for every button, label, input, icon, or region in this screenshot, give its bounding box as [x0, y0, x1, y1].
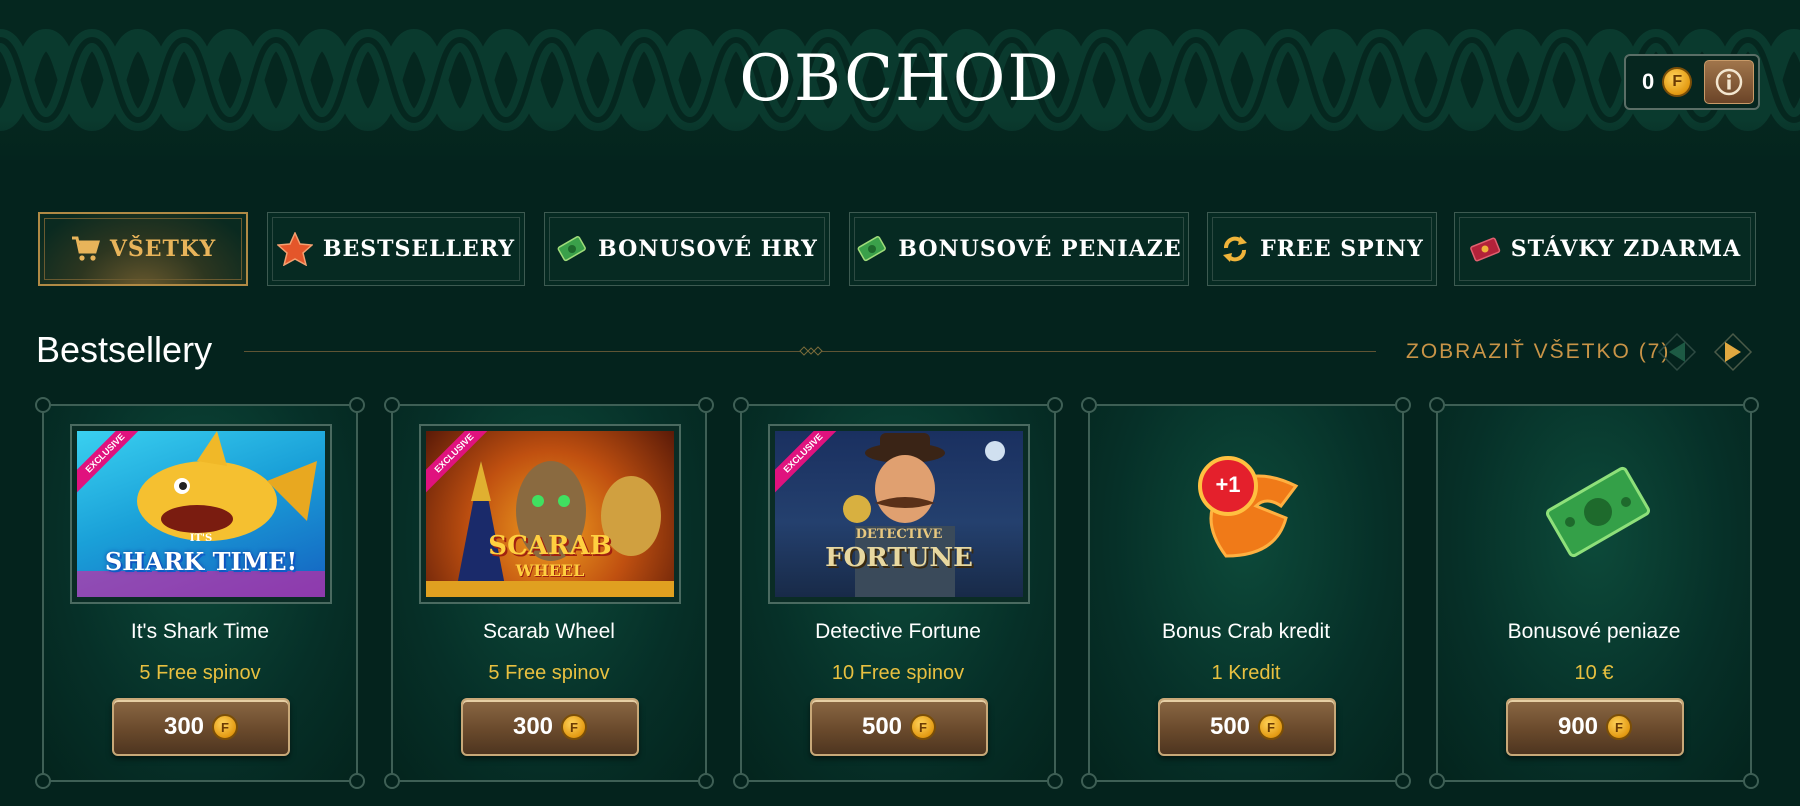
tab-label: BESTSELLERY: [322, 236, 516, 262]
tab-all[interactable]: VŠETKY: [38, 212, 248, 286]
coin-icon: F: [212, 714, 239, 740]
cart-icon: [70, 235, 100, 263]
coin-icon: F: [910, 714, 937, 740]
banknote-icon: [1538, 456, 1658, 566]
buy-button[interactable]: 300 F: [112, 698, 290, 756]
price-value: 300: [512, 713, 554, 740]
game-logo-small: IT'S: [189, 533, 213, 544]
price-value: 500: [861, 713, 903, 740]
balance-value: 0: [1642, 69, 1655, 94]
card-corner-ornament: [1395, 397, 1411, 413]
coin-icon: F: [1662, 67, 1693, 97]
product-card-bonus-crab-credit[interactable]: +1 Bonus Crab kredit 1 Kredit 500 F: [1081, 397, 1411, 789]
card-corner-ornament: [1743, 773, 1759, 789]
carousel-next-button[interactable]: [1710, 330, 1756, 374]
coin-balance: 0 F: [1624, 54, 1760, 110]
card-corner-ornament: [349, 773, 365, 789]
buy-button[interactable]: 500 F: [1158, 698, 1336, 756]
tab-label: BONUSOVÉ HRY: [598, 236, 818, 262]
card-corner-ornament: [733, 397, 749, 413]
product-thumbnail: SCARAB WHEEL EXCLUSIVE: [419, 424, 681, 604]
divider-ornament: [799, 346, 823, 356]
tab-bonus-money[interactable]: BONUSOVÉ PENIAZE: [849, 212, 1189, 286]
spin-arrows-icon: [1220, 234, 1250, 264]
tab-free-spins[interactable]: FREE SPINY: [1207, 212, 1437, 286]
game-logo: FORTUNE: [825, 543, 973, 573]
product-name: Bonus Crab kredit: [1161, 620, 1331, 643]
card-corner-ornament: [349, 397, 365, 413]
product-card-shark-time[interactable]: IT'S SHARK TIME! EXCLUSIVE It's Shark Ti…: [35, 397, 365, 789]
coin-icon: F: [561, 714, 588, 740]
game-logo: SHARK TIME!: [104, 547, 298, 576]
card-corner-ornament: [1081, 397, 1097, 413]
card-corner-ornament: [384, 773, 400, 789]
card-corner-ornament: [384, 397, 400, 413]
info-button[interactable]: [1704, 60, 1754, 104]
buy-button[interactable]: 300 F: [461, 698, 639, 756]
card-corner-ornament: [35, 397, 51, 413]
card-corner-ornament: [698, 773, 714, 789]
ticket-icon: [1469, 234, 1501, 264]
tab-free-bets[interactable]: STÁVKY ZDARMA: [1454, 212, 1756, 286]
tab-bonus-games[interactable]: BONUSOVÉ HRY: [544, 212, 830, 286]
card-corner-ornament: [35, 773, 51, 789]
card-corner-ornament: [1429, 773, 1445, 789]
product-card-detective-fortune[interactable]: DETECTIVE FORTUNE EXCLUSIVE Detective Fo…: [733, 397, 1063, 789]
crab-claw-icon: +1: [1186, 446, 1316, 576]
card-corner-ornament: [1395, 773, 1411, 789]
product-name: Bonusové peniaze: [1507, 620, 1681, 643]
product-subtitle: 5 Free spinov: [488, 662, 610, 684]
product-card-scarab-wheel[interactable]: SCARAB WHEEL EXCLUSIVE Scarab Wheel 5 Fr…: [384, 397, 714, 789]
game-logo-small: DETECTIVE: [855, 527, 943, 542]
price-value: 300: [163, 713, 205, 740]
product-subtitle: 10 Free spinov: [831, 662, 965, 684]
tab-bestsellers[interactable]: BESTSELLERY: [267, 212, 525, 286]
game-logo: SCARAB: [488, 531, 612, 561]
money-icon: [856, 234, 888, 264]
tab-label: BONUSOVÉ PENIAZE: [898, 236, 1182, 262]
product-name: Detective Fortune: [815, 620, 981, 643]
card-corner-ornament: [1743, 397, 1759, 413]
view-all-link[interactable]: ZOBRAZIŤ VŠETKO (7): [1406, 340, 1670, 364]
game-logo-small: WHEEL: [515, 561, 585, 580]
buy-button[interactable]: 500 F: [810, 698, 988, 756]
card-corner-ornament: [698, 397, 714, 413]
arrow-right-icon: [1713, 332, 1753, 372]
carousel-prev-button[interactable]: [1654, 330, 1700, 374]
card-corner-ornament: [1047, 773, 1063, 789]
section-title: Bestsellery: [36, 329, 213, 370]
product-subtitle: 1 Kredit: [1211, 662, 1281, 684]
card-corner-ornament: [733, 773, 749, 789]
card-corner-ornament: [1429, 397, 1445, 413]
card-corner-ornament: [1081, 773, 1097, 789]
money-icon: [556, 234, 588, 264]
tab-label: VŠETKY: [109, 236, 217, 262]
product-thumbnail: DETECTIVE FORTUNE EXCLUSIVE: [768, 424, 1030, 604]
coin-icon: F: [1606, 714, 1633, 740]
coin-icon: F: [1258, 714, 1285, 740]
product-subtitle: 5 Free spinov: [139, 662, 261, 684]
price-value: 900: [1557, 713, 1599, 740]
product-card-bonus-money[interactable]: Bonusové peniaze 10 € 900 F: [1429, 397, 1759, 789]
product-thumbnail: IT'S SHARK TIME! EXCLUSIVE: [70, 424, 332, 604]
page-title: OBCHOD: [739, 42, 1061, 116]
tab-label: STÁVKY ZDARMA: [1510, 236, 1742, 262]
product-subtitle: 10 €: [1574, 662, 1614, 684]
buy-button[interactable]: 900 F: [1506, 698, 1684, 756]
product-name: It's Shark Time: [130, 620, 270, 643]
product-name: Scarab Wheel: [483, 620, 615, 643]
star-icon: [276, 232, 313, 266]
price-value: 500: [1209, 713, 1251, 740]
info-icon: [1715, 68, 1743, 96]
arrow-left-icon: [1657, 332, 1697, 372]
tab-label: FREE SPINY: [1260, 236, 1424, 262]
credit-badge: +1: [1215, 472, 1241, 497]
card-corner-ornament: [1047, 397, 1063, 413]
